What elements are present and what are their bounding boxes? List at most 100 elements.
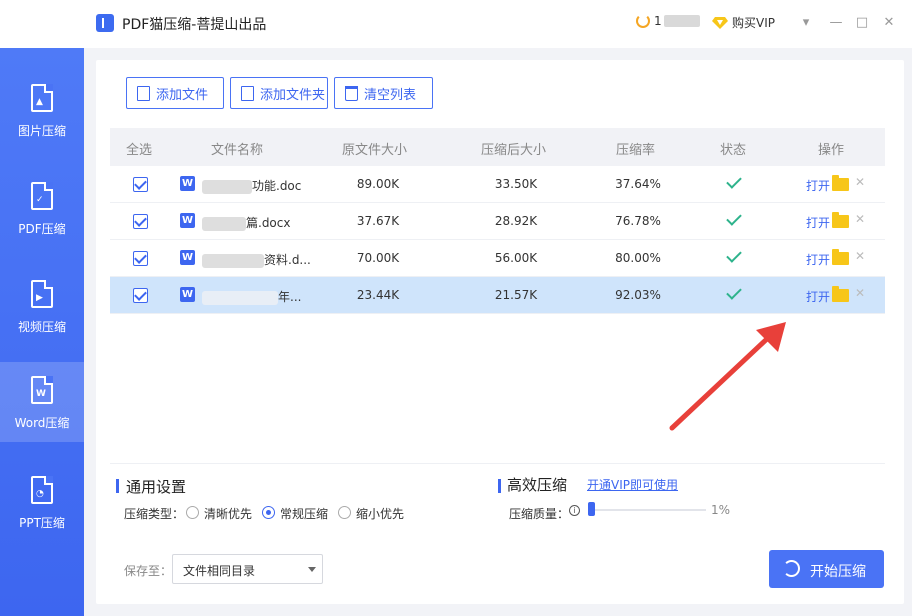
success-check-icon (726, 173, 742, 189)
sidebar-item-label: Word压缩 (14, 416, 70, 430)
row-checkbox[interactable] (133, 214, 148, 229)
ppt-file-icon: ◔ (31, 476, 53, 504)
video-file-icon: ▶ (31, 280, 53, 308)
add-folder-icon (241, 85, 254, 101)
original-size: 89.00K (356, 177, 400, 191)
title-bar: PDF猫压缩-菩提山出品 1 购买VIP ▾ — □ ✕ (0, 0, 912, 48)
sidebar-item-ppt[interactable]: ◔ PPT压缩 (0, 462, 84, 542)
folder-icon[interactable] (832, 286, 849, 302)
radio-clarity-first[interactable] (186, 506, 199, 519)
quality-slider-track[interactable] (589, 509, 706, 511)
ratio-header: 压缩率 (616, 143, 656, 158)
start-compress-label: 开始压缩 (810, 564, 866, 580)
open-file-link[interactable]: 打开 (806, 177, 830, 194)
menu-dropdown-icon[interactable]: ▾ (797, 14, 815, 32)
row-checkbox[interactable] (133, 177, 148, 192)
table-header: 全选 文件名称 原文件大小 压缩后大小 压缩率 状态 操作 (110, 128, 885, 166)
info-icon[interactable]: i (569, 505, 580, 516)
main-panel: 添加文件 添加文件夹 清空列表 全选 文件名称 原文件大小 压缩后大小 压缩率 … (96, 60, 904, 604)
table-row[interactable]: W 资料.d... 70.00K 56.00K 80.00% 打开 ✕ (110, 240, 885, 277)
original-size-header: 原文件大小 (342, 143, 408, 158)
clear-list-button[interactable]: 清空列表 (334, 77, 433, 109)
add-folder-button[interactable]: 添加文件夹 (230, 77, 328, 109)
compression-ratio: 92.03% (615, 288, 661, 302)
user-name-redacted (663, 15, 700, 27)
open-file-link[interactable]: 打开 (806, 214, 830, 231)
file-name: 年... (202, 288, 322, 305)
buy-vip-label: 购买VIP (732, 16, 775, 30)
remove-icon[interactable]: ✕ (855, 286, 865, 300)
quality-label: 压缩质量： (509, 507, 570, 521)
success-check-icon (726, 210, 742, 226)
open-vip-link[interactable]: 开通VIP即可使用 (587, 476, 678, 493)
sidebar-item-pdf[interactable]: ✓ PDF压缩 (0, 168, 84, 248)
table-row-selected[interactable]: W 年... 23.44K 21.57K 92.03% 打开 ✕ (110, 277, 885, 314)
chevron-down-icon (308, 567, 316, 572)
quality-slider-handle[interactable] (588, 502, 596, 516)
word-doc-icon: W (180, 213, 195, 228)
sidebar-item-label: 视频压缩 (17, 320, 66, 334)
select-all-header[interactable]: 全选 (126, 139, 152, 158)
filename-header: 文件名称 (211, 143, 264, 158)
section-marker (116, 479, 119, 493)
word-doc-icon: W (180, 250, 195, 265)
minimize-icon[interactable]: — (827, 14, 845, 32)
row-checkbox[interactable] (133, 288, 148, 303)
add-file-label: 添加文件 (156, 87, 209, 103)
add-folder-label: 添加文件夹 (260, 87, 326, 103)
section-marker (498, 479, 501, 493)
sidebar: ▲ 图片压缩 ✓ PDF压缩 ▶ 视频压缩 W Word压缩 ◔ PPT压缩 (0, 48, 84, 616)
add-file-button[interactable]: 添加文件 (126, 77, 224, 109)
folder-icon[interactable] (832, 175, 849, 191)
radio-smaller-first[interactable] (338, 506, 351, 519)
save-location-value: 文件相同目录 (183, 564, 256, 578)
close-icon[interactable]: ✕ (880, 14, 898, 32)
actions-header: 操作 (818, 143, 845, 158)
table-row[interactable]: W 功能.doc 89.00K 33.50K 37.64% 打开 ✕ (110, 166, 885, 203)
word-doc-icon: W (180, 287, 195, 302)
compressed-size: 28.92K (494, 214, 538, 228)
app-title: PDF猫压缩-菩提山出品 (122, 17, 267, 33)
sidebar-item-label: PPT压缩 (19, 516, 65, 530)
pdf-file-icon: ✓ (31, 182, 53, 210)
section-divider (110, 463, 885, 464)
trash-icon (345, 85, 358, 101)
folder-icon[interactable] (832, 249, 849, 265)
compressed-size: 21.57K (494, 288, 538, 302)
user-account[interactable]: 1 (636, 14, 700, 28)
compression-type-label: 压缩类型： (124, 507, 185, 521)
file-name: 资料.d... (202, 251, 322, 268)
radio-normal[interactable] (262, 506, 275, 519)
save-location-select[interactable]: 文件相同目录 (172, 554, 323, 584)
remove-icon[interactable]: ✕ (855, 249, 865, 263)
image-file-icon: ▲ (31, 84, 53, 112)
start-compress-button[interactable]: 开始压缩 (769, 550, 884, 588)
compressed-size-header: 压缩后大小 (481, 143, 547, 158)
file-name: 篇.docx (202, 214, 322, 231)
folder-icon[interactable] (832, 212, 849, 228)
sidebar-item-label: 图片压缩 (17, 124, 66, 138)
compression-ratio: 76.78% (615, 214, 661, 228)
open-file-link[interactable]: 打开 (806, 251, 830, 268)
diamond-icon (712, 16, 728, 29)
save-to-label: 保存至： (124, 564, 173, 578)
sidebar-item-word[interactable]: W Word压缩 (0, 362, 84, 442)
sidebar-item-image[interactable]: ▲ 图片压缩 (0, 70, 84, 150)
user-icon (636, 14, 650, 28)
restore-icon[interactable]: □ (853, 14, 871, 32)
row-checkbox[interactable] (133, 251, 148, 266)
word-doc-icon: W (180, 176, 195, 191)
user-name: 1 (654, 14, 662, 28)
compression-ratio: 37.64% (615, 177, 661, 191)
quality-value: 1% (711, 503, 731, 517)
open-file-link[interactable]: 打开 (806, 288, 830, 305)
remove-icon[interactable]: ✕ (855, 212, 865, 226)
buy-vip-button[interactable]: 购买VIP (712, 14, 775, 31)
remove-icon[interactable]: ✕ (855, 175, 865, 189)
sidebar-item-label: PDF压缩 (18, 222, 66, 236)
sidebar-item-video[interactable]: ▶ 视频压缩 (0, 266, 84, 346)
radio-clarity-first-label: 清晰优先 (204, 507, 253, 521)
success-check-icon (726, 284, 742, 300)
table-row[interactable]: W 篇.docx 37.67K 28.92K 76.78% 打开 ✕ (110, 203, 885, 240)
compressed-size: 33.50K (494, 177, 538, 191)
